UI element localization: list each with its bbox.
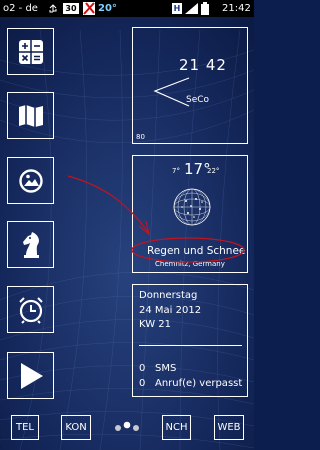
h-network-icon: H [172,3,182,14]
battery-icon [201,2,209,15]
annotation-circle [131,237,245,263]
annotation-overlay [67,175,245,263]
annotation-arrow-line [67,175,149,233]
antivirus-icon [83,2,95,15]
carrier-label: o2 - de [3,3,38,14]
signal-icon [185,3,198,14]
status-temperature: 20° [98,3,117,14]
status-clock: 21:42 [222,3,251,14]
status-bar: o2 - de 30 20° H 21:42 [0,0,254,17]
usb-icon [49,4,57,13]
notification-badge: 30 [63,3,79,14]
